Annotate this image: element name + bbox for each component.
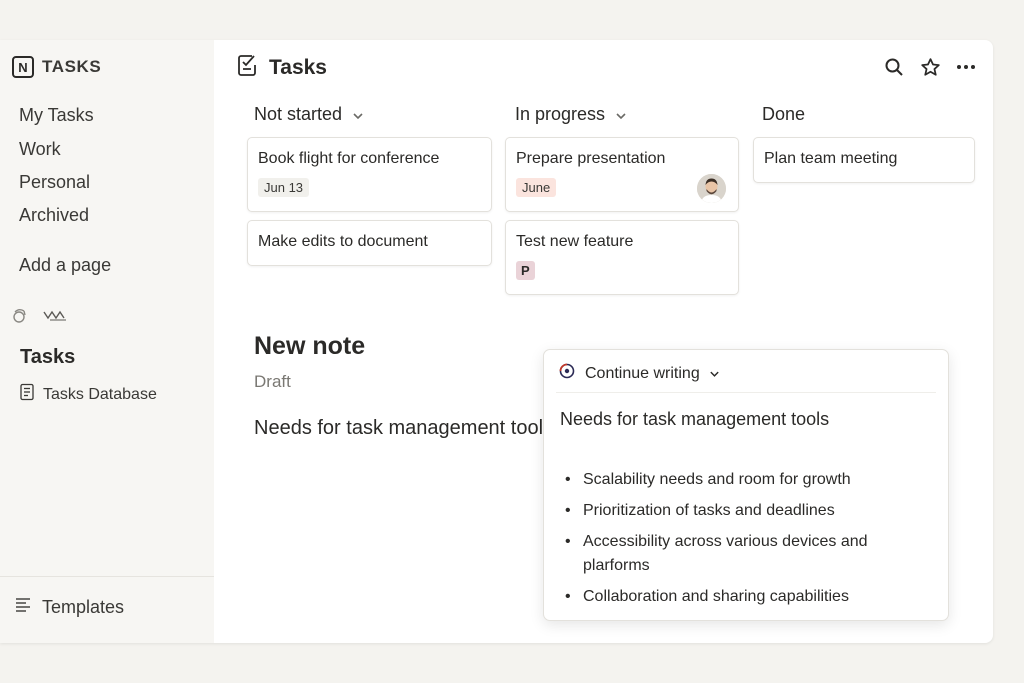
avatar[interactable] — [697, 174, 726, 203]
templates-label: Templates — [42, 597, 125, 617]
star-icon[interactable] — [919, 56, 941, 78]
column-not-started: Not started — [247, 100, 492, 128]
column-done: Done — [755, 100, 977, 128]
ai-heading: Needs for task management tools — [560, 409, 830, 429]
note-title[interactable]: New note — [254, 332, 365, 361]
note-status: Draft — [254, 372, 291, 391]
chevron-down-icon — [352, 104, 364, 125]
header-actions — [883, 56, 977, 78]
note-body[interactable]: Needs for task management tools — [254, 417, 544, 440]
task-card[interactable]: Make edits to document — [247, 220, 492, 266]
card-title: Make edits to document — [258, 233, 428, 250]
chevron-down-icon — [615, 104, 627, 125]
brand-logo: N — [12, 56, 34, 78]
continue-writing-label: Continue writing — [585, 364, 700, 382]
sidebar-divider — [0, 576, 214, 577]
column-header[interactable]: Not started — [247, 100, 492, 128]
ai-spark-icon — [558, 362, 576, 385]
column-title: Not started — [254, 103, 343, 124]
ai-bullet: Accessibility across various devices and… — [562, 530, 932, 578]
page-header: Tasks — [237, 53, 327, 82]
column-title: In progress — [515, 103, 606, 124]
card-title: Prepare presentation — [516, 150, 666, 167]
wave-icon[interactable] — [42, 308, 68, 329]
sidebar: N TASKS My Tasks Work Personal Archived … — [0, 40, 214, 643]
sidebar-mini-icons — [10, 306, 68, 331]
sidebar-item-personal[interactable]: Personal — [19, 172, 90, 193]
brand[interactable]: N TASKS — [12, 56, 101, 78]
more-icon[interactable] — [955, 56, 977, 78]
column-in-progress: In progress — [508, 100, 742, 128]
database-icon — [19, 383, 35, 406]
date-tag: Jun 13 — [258, 178, 310, 197]
task-card[interactable]: Plan team meeting — [753, 137, 975, 183]
templates-button[interactable]: Templates — [14, 596, 124, 619]
card-title: Test new feature — [516, 233, 634, 250]
sidebar-item-tasks-database[interactable]: Tasks Database — [19, 383, 157, 406]
page-title: Tasks — [269, 55, 327, 79]
task-card[interactable]: Prepare presentation June — [505, 137, 739, 212]
chevron-down-icon — [709, 365, 720, 383]
date-tag: June — [516, 178, 557, 197]
ai-suggestion-popup: Continue writing Needs for task manageme… — [543, 349, 949, 621]
card-title: Book flight for conference — [258, 150, 440, 167]
task-card[interactable]: Test new feature P — [505, 220, 739, 295]
swirl-icon[interactable] — [10, 306, 30, 331]
brand-name: TASKS — [42, 57, 102, 76]
sidebar-item-my-tasks[interactable]: My Tasks — [19, 105, 94, 126]
sidebar-item-archived[interactable]: Archived — [19, 205, 89, 226]
add-page-button[interactable]: Add a page — [19, 255, 111, 276]
lines-icon — [14, 596, 32, 619]
ai-bullet: Scalability needs and room for growth — [562, 468, 932, 492]
task-card[interactable]: Book flight for conference Jun 13 — [247, 137, 492, 212]
section-title-tasks[interactable]: Tasks — [20, 346, 75, 369]
search-icon[interactable] — [883, 56, 905, 78]
card-title: Plan team meeting — [764, 150, 898, 167]
ai-divider — [556, 392, 936, 393]
continue-writing-button[interactable]: Continue writing — [558, 362, 720, 385]
column-header[interactable]: Done — [755, 100, 977, 128]
column-header[interactable]: In progress — [508, 100, 742, 128]
priority-tag: P — [516, 261, 535, 280]
ai-bullet: Collaboration and sharing capabilities — [562, 585, 932, 609]
database-label: Tasks Database — [43, 385, 157, 403]
checklist-icon — [237, 53, 259, 82]
sidebar-item-work[interactable]: Work — [19, 139, 61, 160]
ai-bullet-list: Scalability needs and room for growth Pr… — [562, 468, 932, 616]
column-title: Done — [762, 103, 806, 124]
ai-bullet: Prioritization of tasks and deadlines — [562, 499, 932, 523]
